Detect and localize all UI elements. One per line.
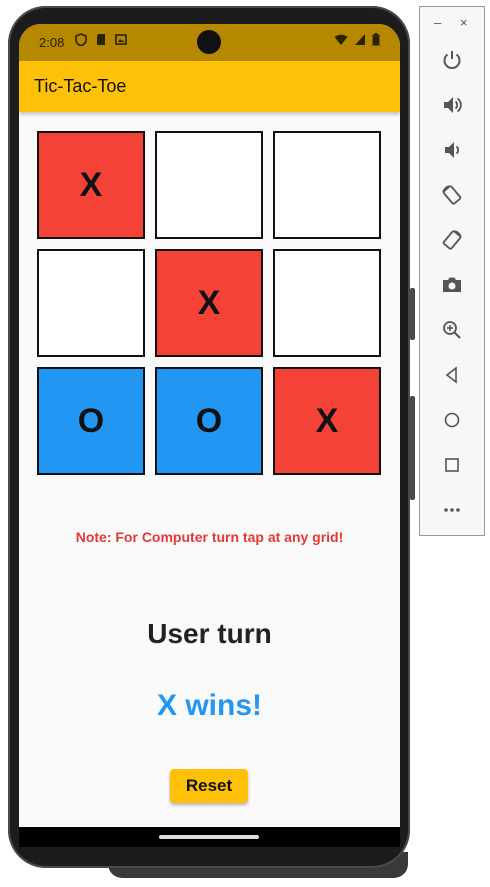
- power-icon: [443, 51, 461, 69]
- more-icon: [444, 508, 460, 512]
- back-button[interactable]: [438, 361, 466, 389]
- board-cell-8[interactable]: O: [155, 367, 263, 475]
- minimize-button[interactable]: –: [434, 15, 441, 30]
- board-cell-3[interactable]: [273, 131, 381, 239]
- phone-power-button: [410, 288, 415, 340]
- rotate-left-button[interactable]: [438, 181, 466, 209]
- board-cell-6[interactable]: [273, 249, 381, 357]
- screenshot-button[interactable]: [438, 271, 466, 299]
- board-cell-5[interactable]: X: [155, 249, 263, 357]
- zoom-button[interactable]: [438, 316, 466, 344]
- device-screen: 2:08 Tic-Tac-Toe XXOOX Note: For Compute…: [19, 24, 400, 827]
- app-title: Tic-Tac-Toe: [34, 76, 127, 96]
- board-cell-9[interactable]: X: [273, 367, 381, 475]
- overview-button[interactable]: [438, 451, 466, 479]
- navigation-bar: [19, 827, 400, 847]
- board-cell-1[interactable]: X: [37, 131, 145, 239]
- camera-icon: [443, 277, 461, 292]
- back-icon: [445, 366, 457, 384]
- reset-button[interactable]: Reset: [170, 769, 248, 803]
- volume-down-button[interactable]: [438, 136, 466, 164]
- game-result: X wins!: [156, 689, 262, 722]
- power-button[interactable]: [438, 46, 466, 74]
- status-notification-icons: [75, 33, 127, 46]
- battery-icon: [372, 33, 380, 46]
- close-button[interactable]: ×: [460, 15, 468, 30]
- status-system-icons: [334, 33, 380, 46]
- rotate-right-button[interactable]: [438, 226, 466, 254]
- board-cell-7[interactable]: O: [37, 367, 145, 475]
- zoom-icon: [443, 321, 461, 339]
- signal-icon: [355, 34, 365, 45]
- sd-card-icon: [97, 34, 105, 45]
- status-time: 2:08: [39, 35, 65, 50]
- home-gesture-pill[interactable]: [159, 835, 259, 839]
- status-bar: 2:08: [19, 24, 400, 61]
- phone-volume-button: [410, 396, 415, 500]
- emulator-window-controls: – ×: [420, 15, 486, 31]
- app-bar: Tic-Tac-Toe: [19, 61, 400, 112]
- volume-down-icon: [445, 142, 460, 158]
- board-cell-4[interactable]: [37, 249, 145, 357]
- front-camera: [197, 30, 221, 54]
- game-board: XXOOX: [37, 131, 383, 475]
- wifi-icon: [334, 34, 348, 45]
- picture-icon: [115, 34, 127, 45]
- emulator-toolbar: – ×: [419, 6, 485, 536]
- home-button[interactable]: [438, 406, 466, 434]
- volume-up-button[interactable]: [438, 91, 466, 119]
- overview-icon: [445, 458, 459, 472]
- turn-indicator: User turn: [147, 618, 272, 649]
- rotate-right-icon: [442, 230, 462, 250]
- computer-turn-note: Note: For Computer turn tap at any grid!: [75, 529, 344, 545]
- rotate-left-icon: [442, 185, 462, 205]
- volume-up-icon: [444, 97, 462, 113]
- more-button[interactable]: [438, 496, 466, 524]
- board-cell-2[interactable]: [155, 131, 263, 239]
- shield-icon: [75, 33, 87, 46]
- home-icon: [444, 412, 460, 428]
